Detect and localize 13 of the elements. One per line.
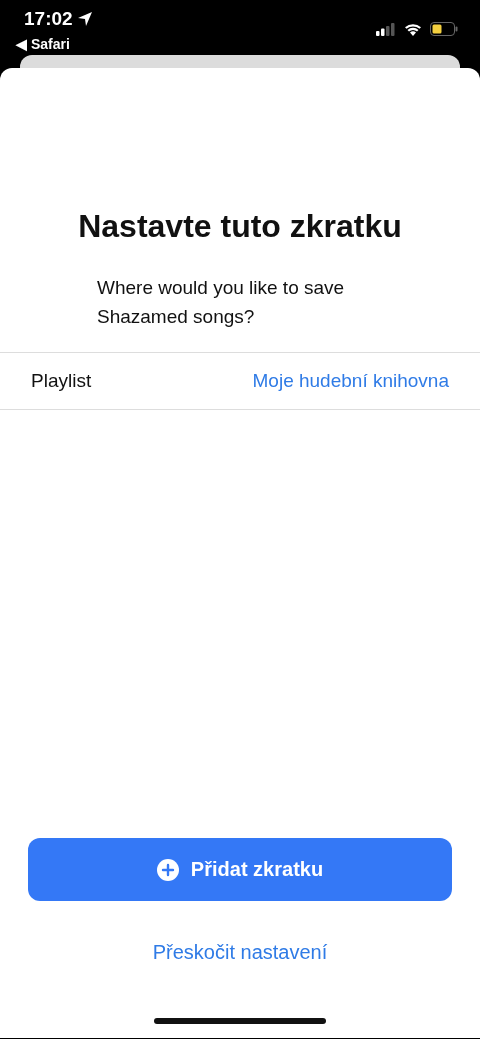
wifi-icon	[404, 22, 422, 36]
sheet-title: Nastavte tuto zkratku	[77, 208, 403, 245]
battery-icon	[430, 22, 458, 36]
setting-value-link[interactable]: Moje hudební knihovna	[252, 370, 449, 392]
back-to-app-link[interactable]: ◀ Safari	[16, 36, 70, 52]
prompt-text: Where would you like to save Shazamed songs?	[97, 276, 346, 329]
add-shortcut-button[interactable]: Přidat zkratku	[28, 838, 452, 901]
signal-icon	[376, 22, 396, 36]
skip-setup-link[interactable]: Přeskočit nastavení	[152, 941, 328, 964]
setting-label: Playlist	[31, 370, 92, 392]
location-arrow-icon	[76, 11, 93, 27]
clock-time: 17:02	[24, 8, 73, 30]
plus-circle-icon	[156, 858, 179, 881]
